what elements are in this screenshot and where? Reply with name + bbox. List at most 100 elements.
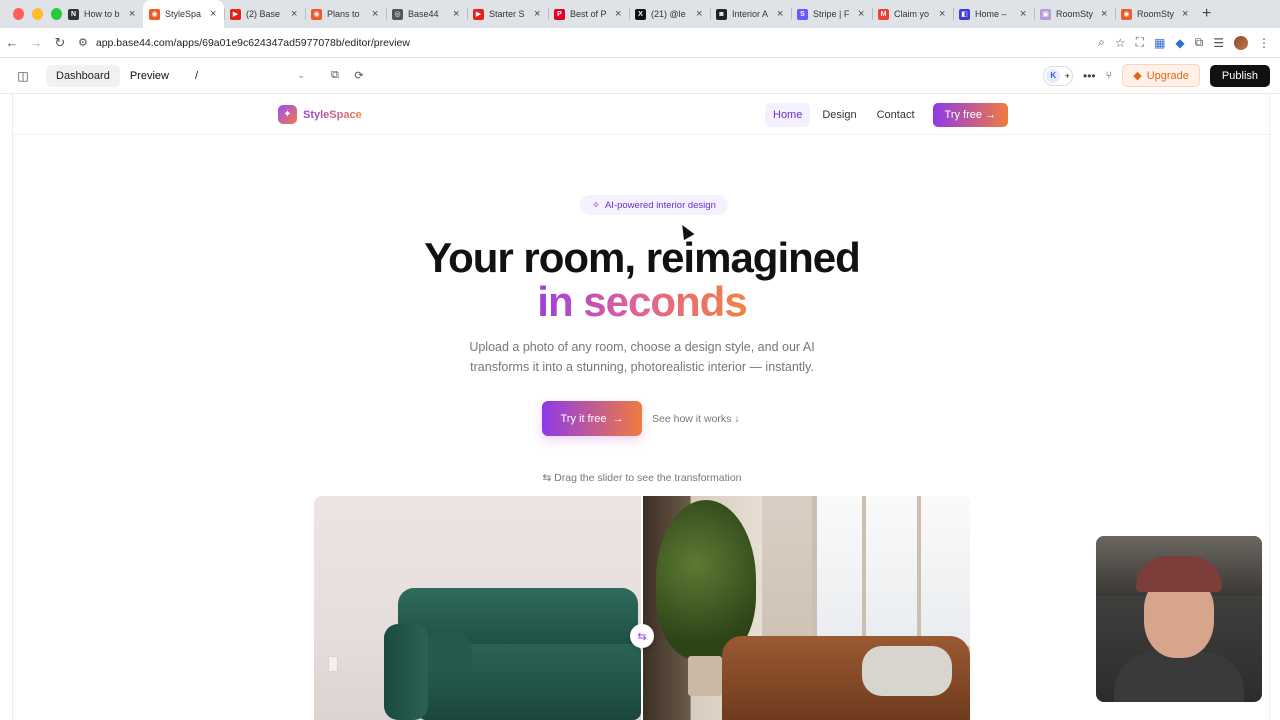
tab-favicon-icon: ◉ (149, 8, 160, 20)
tab-favicon-icon: S (797, 8, 808, 20)
slider-handle[interactable]: ⇆ (630, 624, 654, 648)
before-after-slider[interactable]: ⇆ (314, 496, 970, 720)
tab-title: Home – (975, 9, 1007, 19)
zoom-icon[interactable]: ⌕ (1098, 35, 1105, 50)
tab-title: StyleSpa (165, 9, 202, 19)
add-collaborator-icon: + (1064, 70, 1070, 81)
new-tab-button[interactable]: + (1202, 5, 1211, 23)
close-tab-icon[interactable]: × (1101, 8, 1109, 20)
chrome-menu-icon[interactable]: ⋮ (1258, 36, 1270, 50)
nav-contact[interactable]: Contact (869, 103, 923, 127)
tab-favicon-icon: ◙ (716, 8, 727, 20)
device-toggle-icon[interactable]: ⧉ (323, 69, 347, 82)
browser-tab[interactable]: ◉ StyleSpa × (143, 0, 224, 28)
nav-try-free-button[interactable]: Try free → (932, 103, 1009, 127)
close-tab-icon[interactable]: × (1182, 8, 1190, 20)
close-tab-icon[interactable]: × (534, 8, 542, 20)
swap-arrows-icon: ⇆ (542, 472, 555, 484)
browser-tab[interactable]: ▶ (2) Base × (224, 0, 305, 28)
site-navbar: ✦ StyleSpace Home Design Contact Try fre… (13, 94, 1271, 135)
forward-icon[interactable]: → (24, 35, 48, 50)
editor-toolbar: ◫ Dashboard Preview / ⌄ ⧉ ⟳ K + ••• ⑂ ◆ … (0, 58, 1280, 94)
tab-title: Base44 (408, 9, 439, 19)
maximize-window-button[interactable] (51, 8, 62, 20)
window-controls (0, 8, 62, 20)
browser-tab[interactable]: ◉ Plans to × (305, 0, 386, 28)
publish-button[interactable]: Publish (1209, 64, 1270, 87)
site-nav-links: Home Design Contact Try free → (765, 103, 1009, 127)
tab-favicon-icon: ◉ (1121, 8, 1132, 20)
back-icon[interactable]: ← (0, 35, 24, 50)
ai-badge: ✧ AI-powered interior design (580, 195, 728, 215)
close-tab-icon[interactable]: × (777, 8, 785, 20)
browser-tab[interactable]: ◎ Base44 × (386, 0, 467, 28)
collaborators[interactable]: K + (1043, 65, 1074, 86)
dashboard-tab[interactable]: Dashboard (46, 64, 120, 87)
close-tab-icon[interactable]: × (1020, 8, 1028, 20)
refresh-preview-icon[interactable]: ⟳ (347, 69, 371, 82)
close-tab-icon[interactable]: × (696, 8, 704, 20)
site-info-icon[interactable]: ⚙ (78, 36, 88, 49)
browser-tab[interactable]: P Best of P × (548, 0, 629, 28)
webcam-person-cap (1136, 556, 1222, 592)
url-field[interactable]: ⚙ app.base44.com/apps/69a01e9c624347ad59… (78, 31, 1098, 55)
screenshot-icon[interactable]: ⛶ (1136, 35, 1144, 50)
diamond-icon: ◆ (1133, 70, 1142, 82)
try-it-free-button[interactable]: Try it free → (542, 401, 642, 436)
browser-tab[interactable]: N How to b × (62, 0, 143, 28)
arrow-right-icon: → (612, 412, 624, 425)
close-tab-icon[interactable]: × (210, 8, 218, 20)
close-tab-icon[interactable]: × (372, 8, 380, 20)
close-tab-icon[interactable]: × (858, 8, 866, 20)
minimize-window-button[interactable] (32, 8, 43, 20)
throw-cushion (862, 646, 952, 696)
browser-tab[interactable]: ▣ RoomSty × (1034, 0, 1115, 28)
tab-title: (2) Base (246, 9, 281, 19)
tab-title: (21) @le (651, 9, 686, 19)
close-tab-icon[interactable]: × (291, 8, 299, 20)
profile-avatar[interactable] (1234, 35, 1248, 50)
browser-tab[interactable]: M Claim yo × (872, 0, 953, 28)
slider-divider (641, 496, 643, 720)
sidebar-toggle-icon[interactable]: ◫ (0, 69, 46, 83)
close-tab-icon[interactable]: × (453, 8, 461, 20)
preview-tab[interactable]: Preview (120, 65, 179, 87)
upgrade-button[interactable]: ◆ Upgrade (1122, 64, 1200, 87)
nav-home[interactable]: Home (765, 103, 811, 127)
close-tab-icon[interactable]: × (615, 8, 623, 20)
reload-icon[interactable]: ↻ (48, 35, 72, 51)
extensions-puzzle-icon[interactable]: ⧉ (1195, 35, 1204, 50)
github-icon[interactable]: ⑂ (1106, 70, 1113, 82)
reading-list-icon[interactable]: ☰ (1213, 36, 1224, 50)
browser-tab[interactable]: X (21) @le × (629, 0, 710, 28)
drag-hint: ⇆ Drag the slider to see the transformat… (13, 472, 1271, 484)
browser-tab[interactable]: ▶ Starter S × (467, 0, 548, 28)
hero-title-line2: in seconds (13, 278, 1271, 326)
bookmark-star-icon[interactable]: ☆ (1115, 36, 1126, 50)
site-logo[interactable]: ✦ StyleSpace (278, 105, 362, 124)
hero-cta-row: Try it free → See how it works ↓ (542, 401, 740, 436)
address-bar-row: ← → ↻ ⚙ app.base44.com/apps/69a01e9c6243… (0, 28, 1280, 58)
chevron-down-icon: ⌄ (297, 70, 305, 80)
translate-extension-icon[interactable]: ▦ (1154, 36, 1165, 50)
route-select[interactable]: / ⌄ (187, 65, 313, 87)
green-sofa-arm (384, 624, 428, 720)
more-options-icon[interactable]: ••• (1083, 69, 1096, 83)
editor-actions: K + ••• ⑂ ◆ Upgrade Publish (1043, 64, 1280, 87)
try-it-free-label: Try it free (560, 412, 607, 425)
close-tab-icon[interactable]: × (129, 8, 137, 20)
tab-favicon-icon: N (68, 8, 79, 20)
tab-favicon-icon: X (635, 8, 646, 20)
extension-icon[interactable]: ◆ (1175, 36, 1184, 50)
tab-favicon-icon: ◎ (392, 8, 403, 20)
close-window-button[interactable] (13, 8, 24, 20)
browser-tab[interactable]: ◉ RoomSty × (1115, 0, 1196, 28)
see-how-it-works-link[interactable]: See how it works ↓ (652, 413, 740, 425)
hero-title-line1: Your room, reimagined (424, 234, 861, 281)
nav-design[interactable]: Design (814, 103, 864, 127)
browser-tab[interactable]: ◙ Interior A × (710, 0, 791, 28)
close-tab-icon[interactable]: × (939, 8, 947, 20)
browser-tab[interactable]: ◧ Home – × (953, 0, 1034, 28)
window (812, 496, 970, 646)
browser-tab[interactable]: S Stripe | F × (791, 0, 872, 28)
